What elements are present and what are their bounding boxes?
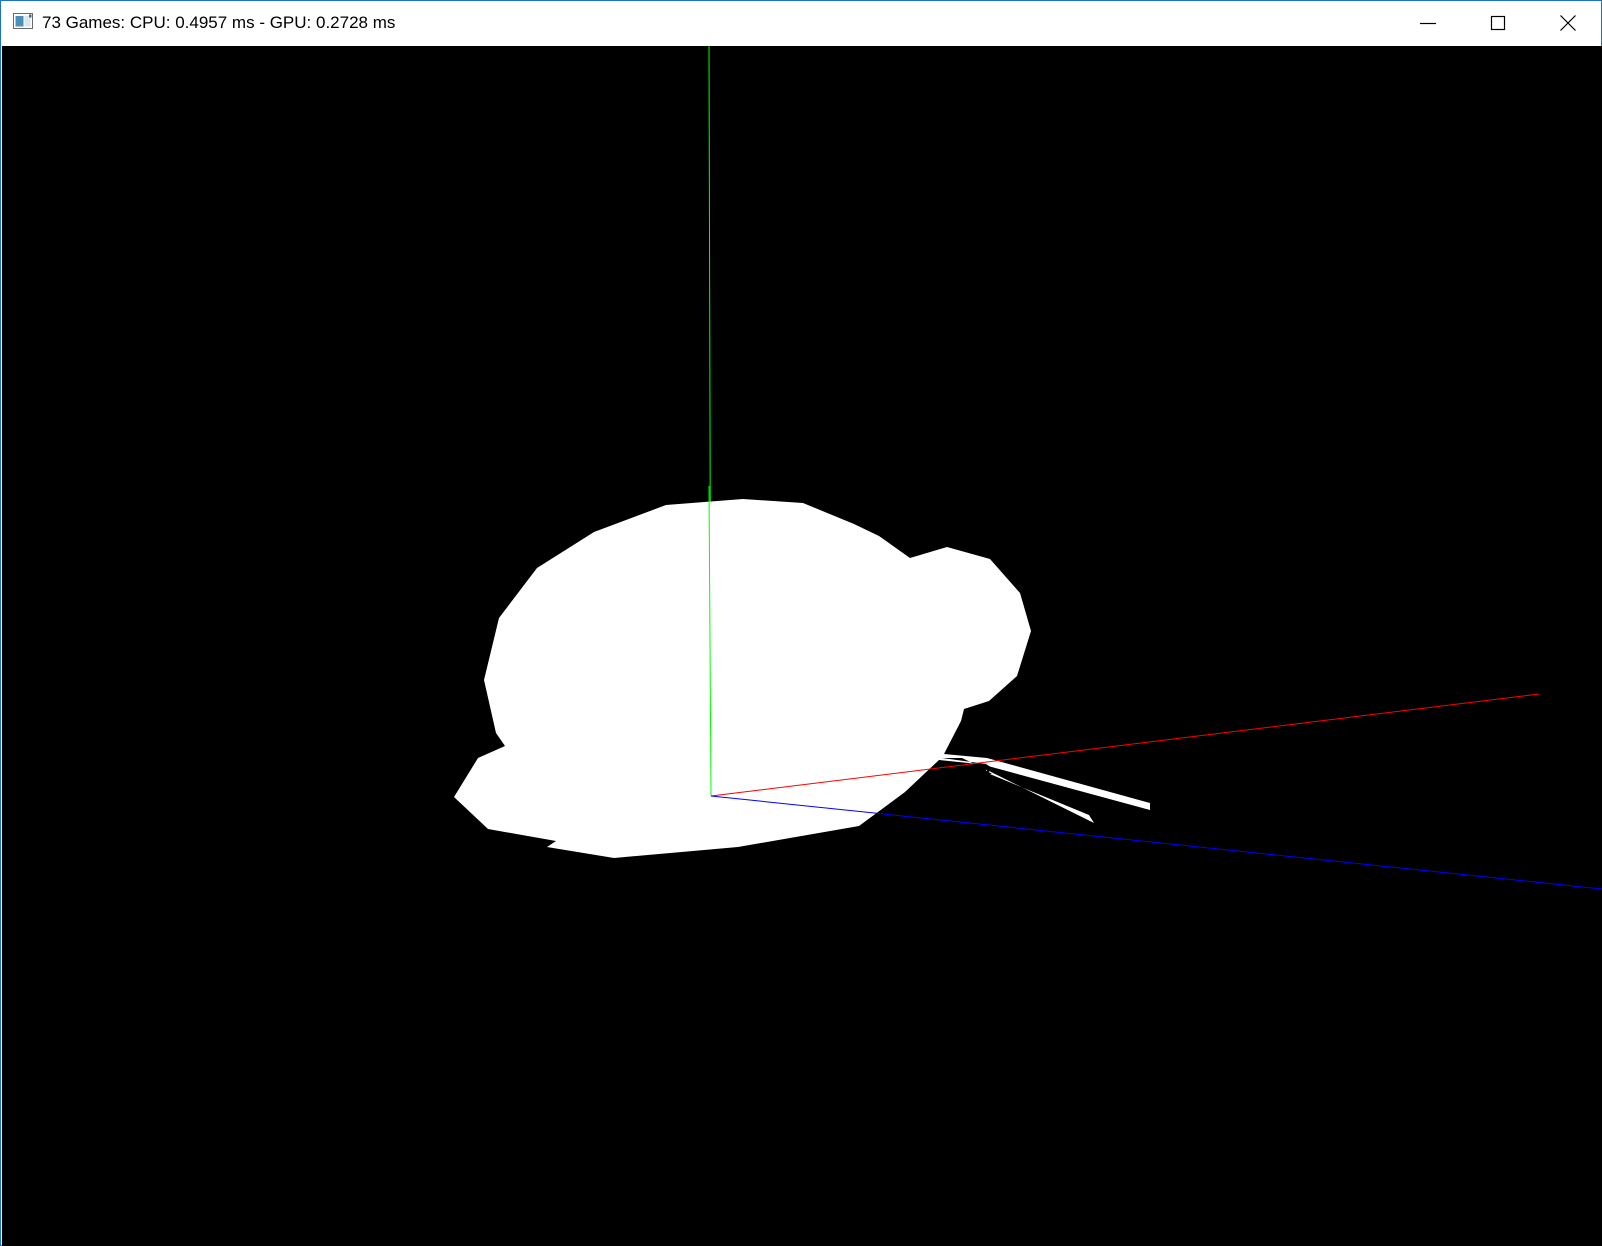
minimize-button[interactable] [1393,1,1463,45]
maximize-button[interactable] [1463,1,1533,45]
title-bar[interactable]: 73 Games: CPU: 0.4957 ms - GPU: 0.2728 m… [1,1,1601,45]
scene-canvas [2,46,1602,1246]
application-icon [13,13,33,29]
window-title: 73 Games: CPU: 0.4957 ms - GPU: 0.2728 m… [42,13,396,32]
minimize-icon [1420,22,1436,25]
close-icon [1560,15,1576,31]
app-window: 73 Games: CPU: 0.4957 ms - GPU: 0.2728 m… [0,0,1602,1246]
maximize-icon [1490,15,1506,31]
close-button[interactable] [1533,1,1602,45]
render-viewport[interactable] [2,46,1602,1246]
